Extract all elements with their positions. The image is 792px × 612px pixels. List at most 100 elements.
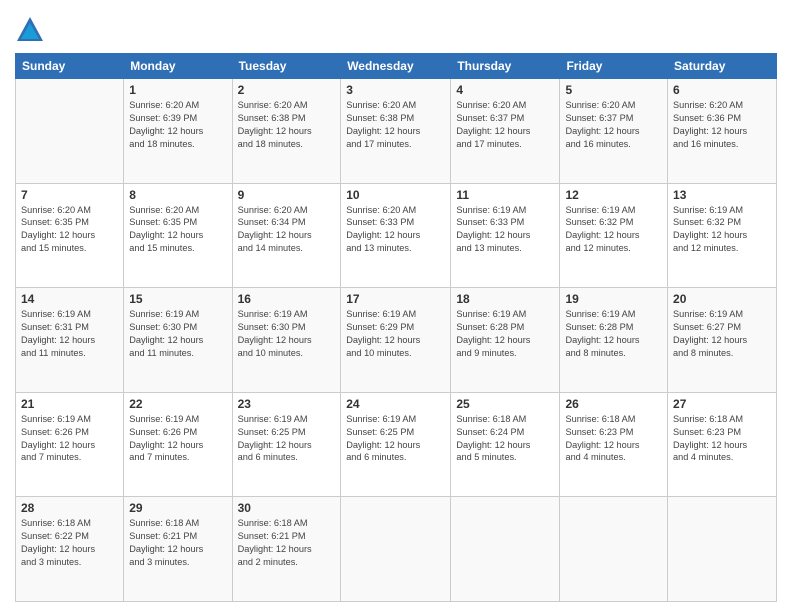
calendar-cell: 21 Sunrise: 6:19 AM Sunset: 6:26 PM Dayli… bbox=[16, 392, 124, 497]
day-number: 7 bbox=[21, 188, 118, 202]
calendar-week-1: 1 Sunrise: 6:20 AM Sunset: 6:39 PM Daylig… bbox=[16, 79, 777, 184]
calendar-cell: 28Sunrise: 6:18 AM Sunset: 6:22 PM Dayli… bbox=[16, 497, 124, 602]
day-number: 21 bbox=[21, 397, 118, 411]
day-number: 24 bbox=[346, 397, 445, 411]
calendar-cell bbox=[16, 79, 124, 184]
day-number: 1 bbox=[129, 83, 226, 97]
calendar-cell: 4 Sunrise: 6:20 AM Sunset: 6:37 PM Daylig… bbox=[451, 79, 560, 184]
day-info: Sunrise: 6:20 AM Sunset: 6:38 PM Dayligh… bbox=[346, 99, 445, 151]
calendar-cell: 3 Sunrise: 6:20 AM Sunset: 6:38 PM Daylig… bbox=[341, 79, 451, 184]
calendar-cell: 15 Sunrise: 6:19 AM Sunset: 6:30 PM Dayli… bbox=[124, 288, 232, 393]
calendar-cell: 29 Sunrise: 6:18 AM Sunset: 6:21 PM Dayli… bbox=[124, 497, 232, 602]
calendar-week-5: 28Sunrise: 6:18 AM Sunset: 6:22 PM Dayli… bbox=[16, 497, 777, 602]
calendar-cell: 23Sunrise: 6:19 AM Sunset: 6:25 PM Dayli… bbox=[232, 392, 341, 497]
day-info: Sunrise: 6:20 AM Sunset: 6:34 PM Dayligh… bbox=[238, 204, 336, 256]
day-info: Sunrise: 6:19 AM Sunset: 6:31 PM Dayligh… bbox=[21, 308, 118, 360]
day-info: Sunrise: 6:20 AM Sunset: 6:35 PM Dayligh… bbox=[129, 204, 226, 256]
day-info: Sunrise: 6:19 AM Sunset: 6:32 PM Dayligh… bbox=[565, 204, 662, 256]
calendar-cell: 24 Sunrise: 6:19 AM Sunset: 6:25 PM Dayli… bbox=[341, 392, 451, 497]
day-number: 27 bbox=[673, 397, 771, 411]
calendar-week-4: 21 Sunrise: 6:19 AM Sunset: 6:26 PM Dayli… bbox=[16, 392, 777, 497]
calendar: SundayMondayTuesdayWednesdayThursdayFrid… bbox=[15, 53, 777, 602]
calendar-cell bbox=[560, 497, 668, 602]
weekday-row: SundayMondayTuesdayWednesdayThursdayFrid… bbox=[16, 54, 777, 79]
day-info: Sunrise: 6:19 AM Sunset: 6:30 PM Dayligh… bbox=[238, 308, 336, 360]
day-info: Sunrise: 6:19 AM Sunset: 6:25 PM Dayligh… bbox=[346, 413, 445, 465]
day-number: 15 bbox=[129, 292, 226, 306]
day-number: 6 bbox=[673, 83, 771, 97]
day-number: 22 bbox=[129, 397, 226, 411]
day-info: Sunrise: 6:20 AM Sunset: 6:33 PM Dayligh… bbox=[346, 204, 445, 256]
day-number: 12 bbox=[565, 188, 662, 202]
calendar-cell: 20Sunrise: 6:19 AM Sunset: 6:27 PM Dayli… bbox=[668, 288, 777, 393]
day-number: 23 bbox=[238, 397, 336, 411]
day-info: Sunrise: 6:18 AM Sunset: 6:24 PM Dayligh… bbox=[456, 413, 554, 465]
day-info: Sunrise: 6:19 AM Sunset: 6:30 PM Dayligh… bbox=[129, 308, 226, 360]
calendar-cell: 2 Sunrise: 6:20 AM Sunset: 6:38 PM Daylig… bbox=[232, 79, 341, 184]
logo-icon bbox=[15, 15, 45, 45]
weekday-header-thursday: Thursday bbox=[451, 54, 560, 79]
calendar-cell: 16 Sunrise: 6:19 AM Sunset: 6:30 PM Dayli… bbox=[232, 288, 341, 393]
weekday-header-wednesday: Wednesday bbox=[341, 54, 451, 79]
day-info: Sunrise: 6:20 AM Sunset: 6:39 PM Dayligh… bbox=[129, 99, 226, 151]
day-number: 14 bbox=[21, 292, 118, 306]
day-number: 26 bbox=[565, 397, 662, 411]
header bbox=[15, 10, 777, 45]
weekday-header-tuesday: Tuesday bbox=[232, 54, 341, 79]
weekday-header-friday: Friday bbox=[560, 54, 668, 79]
calendar-cell: 22Sunrise: 6:19 AM Sunset: 6:26 PM Dayli… bbox=[124, 392, 232, 497]
day-info: Sunrise: 6:19 AM Sunset: 6:26 PM Dayligh… bbox=[21, 413, 118, 465]
day-number: 19 bbox=[565, 292, 662, 306]
weekday-header-saturday: Saturday bbox=[668, 54, 777, 79]
day-number: 11 bbox=[456, 188, 554, 202]
calendar-cell: 27Sunrise: 6:18 AM Sunset: 6:23 PM Dayli… bbox=[668, 392, 777, 497]
day-number: 16 bbox=[238, 292, 336, 306]
day-info: Sunrise: 6:19 AM Sunset: 6:28 PM Dayligh… bbox=[456, 308, 554, 360]
page: SundayMondayTuesdayWednesdayThursdayFrid… bbox=[0, 0, 792, 612]
day-info: Sunrise: 6:18 AM Sunset: 6:21 PM Dayligh… bbox=[129, 517, 226, 569]
day-number: 3 bbox=[346, 83, 445, 97]
day-info: Sunrise: 6:20 AM Sunset: 6:38 PM Dayligh… bbox=[238, 99, 336, 151]
day-number: 30 bbox=[238, 501, 336, 515]
calendar-cell: 25Sunrise: 6:18 AM Sunset: 6:24 PM Dayli… bbox=[451, 392, 560, 497]
day-info: Sunrise: 6:19 AM Sunset: 6:33 PM Dayligh… bbox=[456, 204, 554, 256]
day-number: 10 bbox=[346, 188, 445, 202]
day-number: 18 bbox=[456, 292, 554, 306]
calendar-cell: 1 Sunrise: 6:20 AM Sunset: 6:39 PM Daylig… bbox=[124, 79, 232, 184]
calendar-cell bbox=[451, 497, 560, 602]
weekday-header-monday: Monday bbox=[124, 54, 232, 79]
day-info: Sunrise: 6:18 AM Sunset: 6:23 PM Dayligh… bbox=[565, 413, 662, 465]
day-info: Sunrise: 6:19 AM Sunset: 6:32 PM Dayligh… bbox=[673, 204, 771, 256]
day-number: 4 bbox=[456, 83, 554, 97]
day-number: 8 bbox=[129, 188, 226, 202]
day-number: 5 bbox=[565, 83, 662, 97]
day-number: 20 bbox=[673, 292, 771, 306]
calendar-cell: 10 Sunrise: 6:20 AM Sunset: 6:33 PM Dayli… bbox=[341, 183, 451, 288]
day-number: 17 bbox=[346, 292, 445, 306]
calendar-cell: 18 Sunrise: 6:19 AM Sunset: 6:28 PM Dayli… bbox=[451, 288, 560, 393]
day-number: 28 bbox=[21, 501, 118, 515]
day-number: 13 bbox=[673, 188, 771, 202]
calendar-cell: 19 Sunrise: 6:19 AM Sunset: 6:28 PM Dayli… bbox=[560, 288, 668, 393]
weekday-header-sunday: Sunday bbox=[16, 54, 124, 79]
day-info: Sunrise: 6:20 AM Sunset: 6:37 PM Dayligh… bbox=[565, 99, 662, 151]
day-info: Sunrise: 6:20 AM Sunset: 6:37 PM Dayligh… bbox=[456, 99, 554, 151]
calendar-cell bbox=[668, 497, 777, 602]
calendar-week-3: 14 Sunrise: 6:19 AM Sunset: 6:31 PM Dayli… bbox=[16, 288, 777, 393]
calendar-cell: 7 Sunrise: 6:20 AM Sunset: 6:35 PM Daylig… bbox=[16, 183, 124, 288]
calendar-body: 1 Sunrise: 6:20 AM Sunset: 6:39 PM Daylig… bbox=[16, 79, 777, 602]
logo bbox=[15, 15, 49, 45]
day-info: Sunrise: 6:20 AM Sunset: 6:36 PM Dayligh… bbox=[673, 99, 771, 151]
calendar-cell: 14 Sunrise: 6:19 AM Sunset: 6:31 PM Dayli… bbox=[16, 288, 124, 393]
calendar-cell: 9Sunrise: 6:20 AM Sunset: 6:34 PM Daylig… bbox=[232, 183, 341, 288]
calendar-week-2: 7 Sunrise: 6:20 AM Sunset: 6:35 PM Daylig… bbox=[16, 183, 777, 288]
calendar-cell: 6 Sunrise: 6:20 AM Sunset: 6:36 PM Daylig… bbox=[668, 79, 777, 184]
calendar-cell: 5 Sunrise: 6:20 AM Sunset: 6:37 PM Daylig… bbox=[560, 79, 668, 184]
day-info: Sunrise: 6:20 AM Sunset: 6:35 PM Dayligh… bbox=[21, 204, 118, 256]
calendar-cell: 11 Sunrise: 6:19 AM Sunset: 6:33 PM Dayli… bbox=[451, 183, 560, 288]
day-info: Sunrise: 6:19 AM Sunset: 6:29 PM Dayligh… bbox=[346, 308, 445, 360]
day-number: 29 bbox=[129, 501, 226, 515]
day-info: Sunrise: 6:18 AM Sunset: 6:21 PM Dayligh… bbox=[238, 517, 336, 569]
day-info: Sunrise: 6:19 AM Sunset: 6:28 PM Dayligh… bbox=[565, 308, 662, 360]
day-number: 2 bbox=[238, 83, 336, 97]
